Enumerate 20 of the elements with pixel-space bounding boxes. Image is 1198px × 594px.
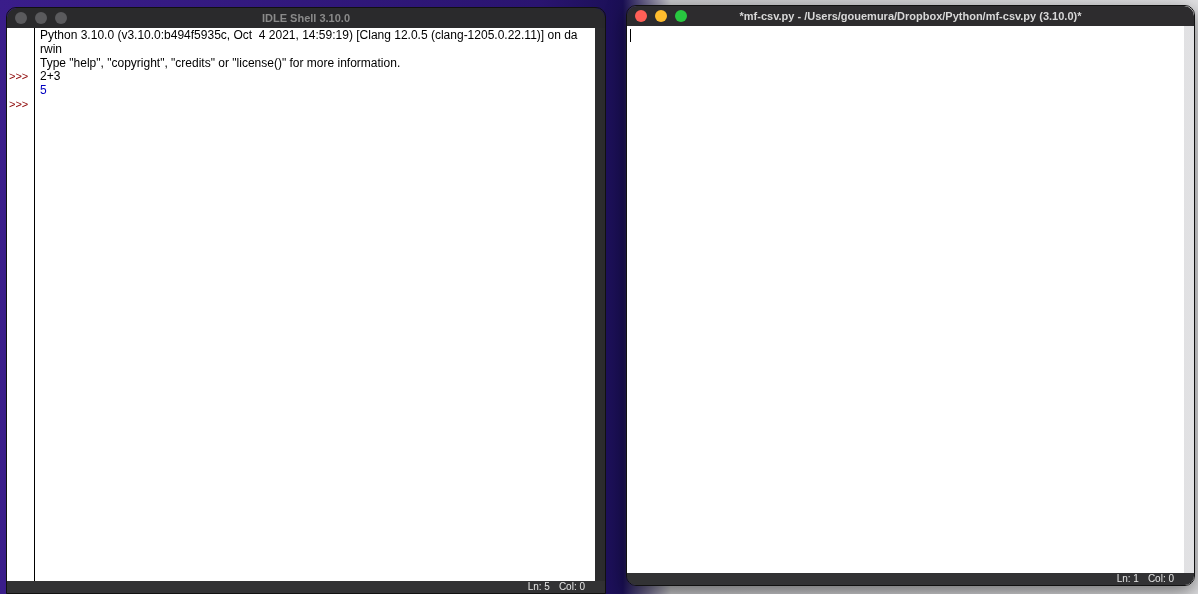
close-button[interactable] <box>635 10 647 22</box>
banner-text: Python 3.10.0 (v3.10.0:b494f5935c, Oct 4 2021, 14:59:19) [Clang 12.0.5 (clang-1205.0.22.11)] on da <box>40 28 578 42</box>
column-number-status: Col: 0 <box>1147 574 1174 584</box>
minimize-button[interactable] <box>655 10 667 22</box>
window-title: IDLE Shell 3.10.0 <box>261 10 350 26</box>
scrollbar[interactable] <box>595 28 605 581</box>
prompt: >>> <box>9 98 29 110</box>
shell-text-area[interactable]: Python 3.10.0 (v3.10.0:b494f5935c, Oct 4 2021, 14:59:19) [Clang 12.0.5 (clang-1205.0.22.11)] on da rwin Type "help", "copyright", "credits" or "license()" for more information. 2+3 5 <box>35 28 595 581</box>
column-number-status: Col: 0 <box>558 582 585 592</box>
prompt: >>> <box>9 70 29 83</box>
banner-text: Type "help", "copyright", "credits" or "license()" for more information. <box>40 55 401 70</box>
line-number-status: Ln: 5 <box>527 582 550 592</box>
zoom-button[interactable] <box>675 10 687 22</box>
input-text: 2+3 <box>40 69 61 84</box>
window-title: *mf-csv.py - /Users/gouemura/Dropbox/Python/mf-csv.py (3.10.0)* <box>739 8 1082 24</box>
close-button[interactable] <box>15 12 27 24</box>
text-cursor <box>630 29 631 42</box>
line-number-status: Ln: 1 <box>1116 574 1139 584</box>
banner-text: rwin <box>40 41 62 56</box>
result-text: 5 <box>40 83 47 98</box>
